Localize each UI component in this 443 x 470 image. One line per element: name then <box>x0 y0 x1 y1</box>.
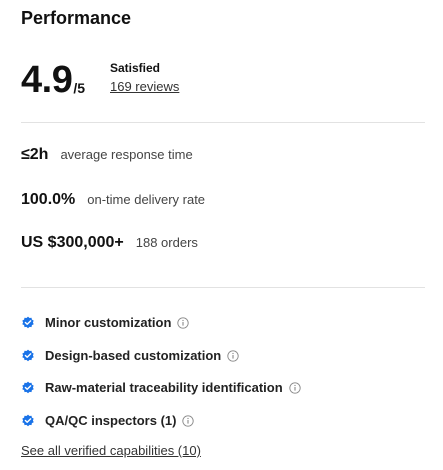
divider <box>21 122 425 123</box>
capability-label: QA/QC inspectors (1) <box>45 413 177 428</box>
rating-max: /5 <box>73 80 86 96</box>
verified-check-icon <box>22 316 34 328</box>
capability-item: Minor customization <box>21 315 190 330</box>
info-icon[interactable] <box>177 316 190 329</box>
stat-label: 188 orders <box>135 235 198 250</box>
rating-score-block: 4.9 /5 <box>21 57 85 99</box>
stat-row-response-time: ≤2h average response time <box>21 146 193 164</box>
capability-label: Design-based customization <box>45 348 222 363</box>
rating-sentiment: Satisfied <box>110 61 161 75</box>
reviews-link[interactable]: 169 reviews <box>110 79 179 94</box>
stat-value: US $300,000+ <box>21 234 124 251</box>
stat-value: ≤2h <box>21 146 49 163</box>
see-all-capabilities-link[interactable]: See all verified capabilities (10) <box>21 443 201 458</box>
stat-row-delivery-rate: 100.0% on-time delivery rate <box>21 191 205 209</box>
capability-label: Minor customization <box>45 315 172 330</box>
info-icon[interactable] <box>182 414 195 427</box>
stat-label: on-time delivery rate <box>87 192 206 207</box>
stat-label: average response time <box>60 147 193 162</box>
info-icon[interactable] <box>227 349 239 362</box>
info-icon[interactable] <box>289 381 301 394</box>
verified-check-icon <box>22 381 34 393</box>
capability-item: Design-based customization <box>21 348 239 363</box>
rating-score: 4.9 <box>21 59 73 101</box>
divider <box>21 287 425 288</box>
verified-check-icon <box>22 414 34 426</box>
capability-label: Raw-material traceability identification <box>45 380 283 395</box>
capability-item: Raw-material traceability identification <box>21 380 301 395</box>
stat-value: 100.0% <box>21 191 76 208</box>
capability-item: QA/QC inspectors (1) <box>21 413 195 428</box>
stat-row-revenue: US $300,000+ 188 orders <box>21 234 198 252</box>
verified-check-icon <box>22 349 34 361</box>
section-title: Performance <box>21 8 132 28</box>
